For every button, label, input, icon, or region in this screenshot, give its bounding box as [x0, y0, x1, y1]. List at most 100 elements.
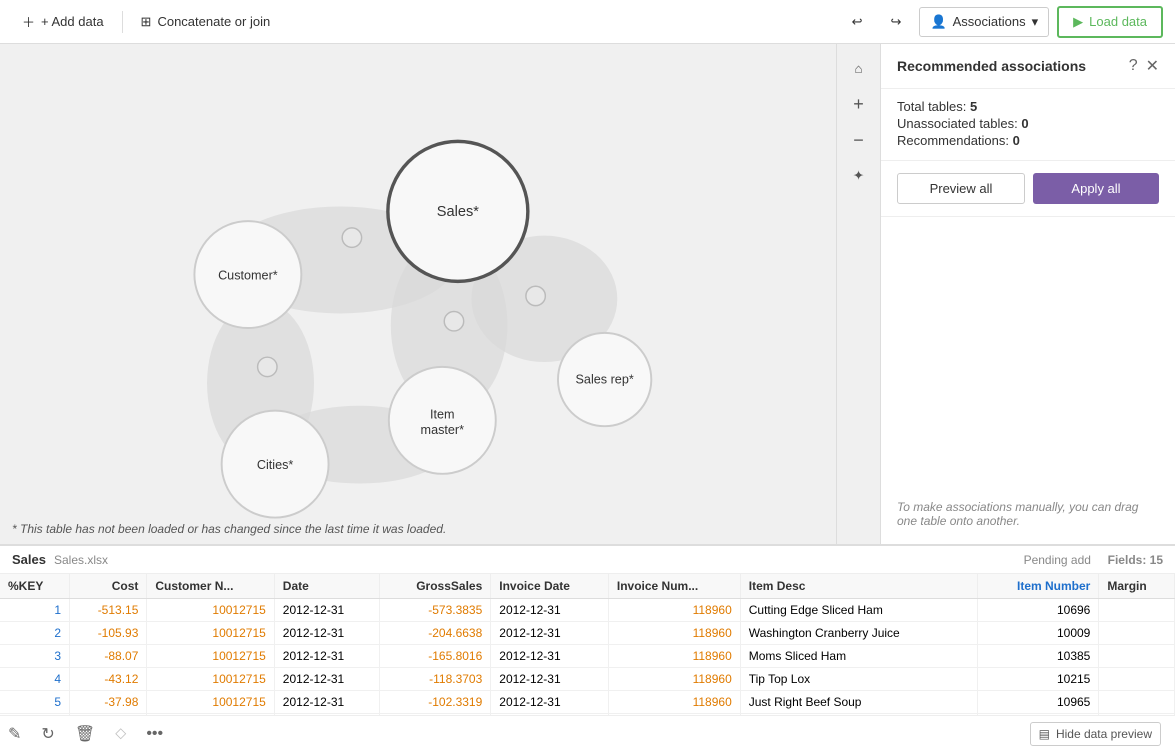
col-key: %KEY [0, 574, 70, 599]
col-item-number: Item Number [978, 574, 1099, 599]
recommendations-stat: Recommendations: 0 [897, 133, 1159, 148]
fields-label: Fields: 15 [1108, 553, 1163, 567]
col-invoice-date: Invoice Date [491, 574, 609, 599]
panel-header: Recommended associations ? ✕ [881, 44, 1175, 89]
col-gross-sales: GrossSales [379, 574, 490, 599]
data-preview-header: Sales Sales.xlsx Pending add Fields: 15 [0, 546, 1175, 574]
associations-button[interactable]: 👤 Associations ▾ [919, 7, 1049, 37]
table-cell [1099, 622, 1175, 645]
zoom-out-icon: − [853, 130, 864, 151]
pending-label: Pending add [1024, 553, 1091, 567]
table-cell: 118960 [608, 691, 740, 714]
table-cell: 1 [0, 599, 70, 622]
refresh-icon[interactable]: ↻ [39, 722, 56, 746]
table-cell: -43.12 [70, 668, 147, 691]
panel-header-icons: ? ✕ [1129, 56, 1159, 76]
table-cell: 3 [0, 645, 70, 668]
table-cell: Just Right Beef Soup [740, 691, 977, 714]
concat-join-button[interactable]: ⊞ Concatenate or join [131, 8, 281, 36]
table-cell: 10215 [978, 668, 1099, 691]
table-cell: 118960 [608, 599, 740, 622]
hide-preview-button[interactable]: ▤ Hide data preview [1030, 722, 1161, 746]
canvas-area[interactable]: Cities* Customer* Item master* Sales rep… [0, 44, 880, 544]
svg-text:master*: master* [421, 423, 465, 437]
table-row: 4-43.12100127152012-12-31-118.37032012-1… [0, 668, 1175, 691]
svg-text:Cities*: Cities* [257, 458, 294, 472]
more-icon[interactable]: ••• [144, 723, 165, 745]
associations-label: Associations [953, 14, 1026, 29]
help-icon[interactable]: ? [1129, 57, 1138, 75]
home-view-button[interactable]: ⌂ [843, 52, 875, 84]
panel-title: Recommended associations [897, 58, 1129, 74]
load-data-button[interactable]: ▶ Load data [1057, 6, 1163, 38]
preview-toolbar: ✎ ↻ 🗑 ⬦ ••• ▤ Hide data preview [0, 715, 1175, 752]
table-cell: -165.8016 [379, 645, 490, 668]
table-cell: -105.93 [70, 622, 147, 645]
filter-icon[interactable]: ⬦ [113, 723, 128, 745]
table-cell: 10012715 [147, 668, 274, 691]
zoom-in-icon: + [853, 94, 864, 115]
undo-button[interactable]: ↩ [842, 8, 873, 36]
redo-button[interactable]: ↪ [881, 8, 912, 36]
table-cell: 10012715 [147, 691, 274, 714]
preview-all-button[interactable]: Preview all [897, 173, 1025, 204]
close-icon[interactable]: ✕ [1146, 56, 1159, 76]
table-cell: 2012-12-31 [274, 622, 379, 645]
zoom-out-button[interactable]: − [843, 124, 875, 156]
table-header-row: %KEY Cost Customer N... Date GrossSales … [0, 574, 1175, 599]
col-invoice-num: Invoice Num... [608, 574, 740, 599]
canvas-tools: ⌂ + − ✦ [836, 44, 880, 544]
table-cell: 10012715 [147, 645, 274, 668]
auto-layout-button[interactable]: ✦ [843, 160, 875, 192]
edit-icon[interactable]: ✎ [6, 722, 23, 746]
table-cell: -573.3835 [379, 599, 490, 622]
table-cell: 10012715 [147, 622, 274, 645]
footnote: * This table has not been loaded or has … [12, 522, 446, 536]
table-cell: 2012-12-31 [491, 622, 609, 645]
unassociated-label: Unassociated tables: [897, 116, 1018, 131]
add-data-label: + Add data [41, 14, 104, 29]
panel-stats: Total tables: 5 Unassociated tables: 0 R… [881, 89, 1175, 161]
total-tables-stat: Total tables: 5 [897, 99, 1159, 114]
table-row: 5-37.98100127152012-12-31-102.33192012-1… [0, 691, 1175, 714]
table-cell: -102.3319 [379, 691, 490, 714]
load-data-label: Load data [1089, 14, 1147, 29]
table-cell: 10009 [978, 622, 1099, 645]
main-area: Cities* Customer* Item master* Sales rep… [0, 44, 1175, 544]
table-cell: 10385 [978, 645, 1099, 668]
table-cell: 10012715 [147, 599, 274, 622]
table-row: 3-88.07100127152012-12-31-165.80162012-1… [0, 645, 1175, 668]
table-cell [1099, 599, 1175, 622]
panel-empty-note: To make associations manually, you can d… [881, 484, 1175, 544]
monitor-icon: ▤ [1039, 727, 1050, 741]
table-cell: 10965 [978, 691, 1099, 714]
undo-icon: ↩ [852, 14, 863, 30]
recommendations-label: Recommendations: [897, 133, 1009, 148]
preview-file-name: Sales.xlsx [54, 553, 108, 567]
table-row: 1-513.15100127152012-12-31-573.38352012-… [0, 599, 1175, 622]
apply-all-label: Apply all [1071, 181, 1120, 196]
home-icon: ⌂ [854, 61, 862, 76]
graph-svg: Cities* Customer* Item master* Sales rep… [0, 44, 836, 544]
col-customer: Customer N... [147, 574, 274, 599]
add-data-button[interactable]: ＋ + Add data [12, 6, 114, 37]
svg-text:Customer*: Customer* [218, 268, 278, 282]
table-cell: Washington Cranberry Juice [740, 622, 977, 645]
table-cell: 2 [0, 622, 70, 645]
table-cell: 4 [0, 668, 70, 691]
preview-table-name: Sales [12, 552, 46, 567]
zoom-in-button[interactable]: + [843, 88, 875, 120]
hide-preview-label: Hide data preview [1056, 727, 1152, 741]
plus-icon: ＋ [22, 12, 35, 31]
svg-text:Sales rep*: Sales rep* [576, 372, 634, 386]
data-table-wrap[interactable]: %KEY Cost Customer N... Date GrossSales … [0, 574, 1175, 715]
table-row: 2-105.93100127152012-12-31-204.66382012-… [0, 622, 1175, 645]
unassociated-stat: Unassociated tables: 0 [897, 116, 1159, 131]
table-cell: -37.98 [70, 691, 147, 714]
table-cell: 2012-12-31 [274, 691, 379, 714]
delete-icon[interactable]: 🗑 [73, 722, 97, 746]
table-cell: Moms Sliced Ham [740, 645, 977, 668]
apply-all-button[interactable]: Apply all [1033, 173, 1159, 204]
redo-icon: ↪ [891, 14, 902, 30]
table-cell: Tip Top Lox [740, 668, 977, 691]
